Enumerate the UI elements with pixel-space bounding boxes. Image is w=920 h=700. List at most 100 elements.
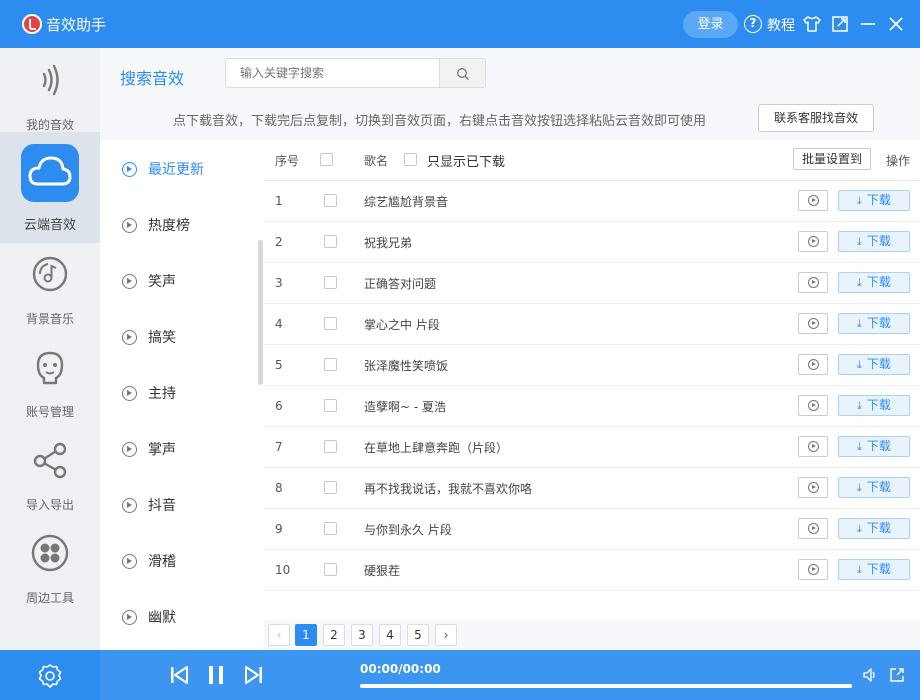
sidebar-item-cloud-sounds[interactable]: 云端音效	[0, 132, 100, 243]
page-button-5[interactable]: 5	[407, 624, 429, 646]
volume-icon[interactable]	[862, 667, 878, 683]
row-checkbox[interactable]	[324, 276, 337, 289]
minimize-icon[interactable]	[858, 14, 878, 34]
skin-shirt-icon[interactable]	[802, 14, 822, 34]
row-sound-name: 正确答对问题	[364, 277, 437, 291]
category-item-hot[interactable]: 热度榜	[122, 214, 190, 238]
row-checkbox[interactable]	[324, 563, 337, 576]
search-button[interactable]	[439, 58, 486, 88]
row-play-button[interactable]	[798, 518, 828, 539]
row-download-button[interactable]: ⤓ 下载	[838, 231, 910, 252]
row-play-button[interactable]	[798, 313, 828, 334]
row-checkbox[interactable]	[324, 440, 337, 453]
restore-window-icon[interactable]	[830, 14, 850, 34]
category-item-laugh[interactable]: 笑声	[122, 270, 176, 294]
next-page-button[interactable]: ›	[435, 624, 457, 646]
category-item-recent[interactable]: 最近更新	[122, 158, 204, 182]
row-sound-name: 张泽魔性笑喷饭	[364, 359, 449, 373]
download-label: 下载	[866, 234, 891, 248]
download-label: 下载	[866, 398, 891, 412]
row-checkbox[interactable]	[324, 399, 337, 412]
category-item-funny[interactable]: 搞笑	[122, 326, 176, 350]
row-play-button[interactable]	[798, 395, 828, 416]
row-play-button[interactable]	[798, 190, 828, 211]
category-item-applause[interactable]: 掌声	[122, 438, 176, 462]
category-item-humor[interactable]: 幽默	[122, 606, 176, 630]
sidebar-item-label: 导入导出	[25, 498, 74, 512]
close-icon[interactable]	[886, 14, 906, 34]
sidebar-item-label: 云端音效	[23, 218, 76, 233]
row-download-button[interactable]: ⤓ 下载	[838, 190, 910, 211]
sidebar: 我的音效 云端音效 背景音乐 账号管理 导入导出 周边工具	[0, 48, 100, 650]
category-label: 最近更新	[148, 162, 204, 178]
settings-gear-icon[interactable]	[37, 663, 63, 689]
page-button-4[interactable]: 4	[379, 624, 401, 646]
prev-page-button[interactable]: ‹	[268, 624, 290, 646]
play-circle-icon	[122, 218, 137, 233]
row-checkbox[interactable]	[324, 358, 337, 371]
sound-table: 序号 歌名 只显示已下载 批量设置到 操作 1 综艺尴尬背景音 ⤓ 下载 2 祝我兄弟 ⤓ 下…	[264, 140, 920, 650]
table-row: 2 祝我兄弟 ⤓ 下载	[264, 222, 920, 263]
download-label: 下载	[866, 439, 891, 453]
row-play-button[interactable]	[798, 354, 828, 375]
help-icon[interactable]: ?	[744, 15, 762, 33]
progress-bar[interactable]	[360, 684, 852, 688]
category-label: 主持	[148, 386, 176, 402]
tutorial-link[interactable]: 教程	[767, 15, 795, 35]
row-play-button[interactable]	[798, 559, 828, 580]
row-download-button[interactable]: ⤓ 下载	[838, 354, 910, 375]
contact-support-button[interactable]: 联系客服找音效	[758, 104, 874, 132]
row-checkbox[interactable]	[324, 317, 337, 330]
download-label: 下载	[866, 357, 891, 371]
download-arrow-icon: ⤓	[857, 563, 862, 576]
row-download-button[interactable]: ⤓ 下载	[838, 518, 910, 539]
sidebar-item-tools[interactable]: 周边工具	[0, 521, 100, 607]
table-header: 序号 歌名 只显示已下载 批量设置到 操作	[264, 140, 920, 181]
only-downloaded-checkbox[interactable]	[404, 153, 417, 166]
page-button-1[interactable]: 1	[295, 624, 317, 646]
download-arrow-icon: ⤓	[857, 276, 862, 289]
table-row: 8 再不找我说话，我就不喜欢你咯 ⤓ 下载	[264, 468, 920, 509]
pause-icon[interactable]	[207, 665, 225, 685]
select-all-checkbox[interactable]	[320, 153, 333, 166]
column-name-header: 歌名	[364, 154, 389, 168]
previous-track-icon[interactable]	[170, 666, 188, 684]
only-downloaded-label: 只显示已下载	[427, 155, 506, 170]
row-download-button[interactable]: ⤓ 下载	[838, 272, 910, 293]
search-input[interactable]	[225, 58, 440, 88]
row-play-button[interactable]	[798, 436, 828, 457]
row-checkbox[interactable]	[324, 522, 337, 535]
row-download-button[interactable]: ⤓ 下载	[838, 559, 910, 580]
download-arrow-icon: ⤓	[857, 194, 862, 207]
row-sound-name: 造孽啊~ - 夏浩	[364, 400, 447, 414]
sidebar-item-account[interactable]: 账号管理	[0, 335, 100, 421]
row-download-button[interactable]: ⤓ 下载	[838, 313, 910, 334]
row-download-button[interactable]: ⤓ 下载	[838, 436, 910, 457]
row-checkbox[interactable]	[324, 235, 337, 248]
row-checkbox[interactable]	[324, 194, 337, 207]
category-item-douyin[interactable]: 抖音	[122, 494, 176, 518]
row-download-button[interactable]: ⤓ 下载	[838, 477, 910, 498]
batch-set-button[interactable]: 批量设置到	[793, 148, 871, 170]
search-icon	[457, 68, 469, 80]
row-play-button[interactable]	[798, 231, 828, 252]
row-download-button[interactable]: ⤓ 下载	[838, 395, 910, 416]
row-play-button[interactable]	[798, 272, 828, 293]
category-item-host[interactable]: 主持	[122, 382, 176, 406]
sidebar-item-background-music[interactable]: 背景音乐	[0, 242, 100, 328]
login-button[interactable]: 登录	[683, 11, 738, 38]
page-button-2[interactable]: 2	[323, 624, 345, 646]
share-export-icon[interactable]	[888, 666, 906, 684]
row-checkbox[interactable]	[324, 481, 337, 494]
sidebar-item-import-export[interactable]: 导入导出	[0, 428, 100, 514]
category-label: 抖音	[148, 498, 176, 514]
row-play-button[interactable]	[798, 477, 828, 498]
sound-wave-icon	[42, 64, 59, 96]
page-button-3[interactable]: 3	[351, 624, 373, 646]
row-sound-name: 硬狠茬	[364, 564, 401, 578]
category-scrollbar[interactable]	[258, 240, 263, 385]
download-arrow-icon: ⤓	[857, 399, 862, 412]
category-item-comic[interactable]: 滑稽	[122, 550, 176, 574]
sidebar-item-my-sounds[interactable]: 我的音效	[0, 48, 100, 134]
next-track-icon[interactable]	[245, 666, 263, 684]
